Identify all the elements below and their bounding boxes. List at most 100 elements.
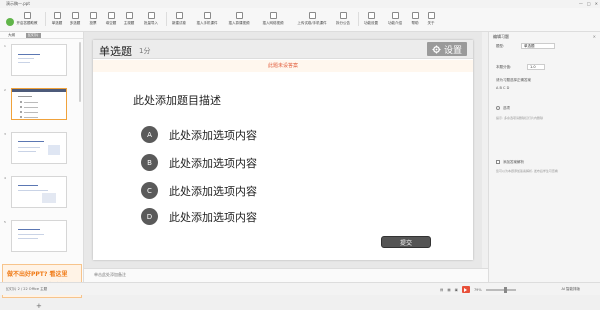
slide-thumbnail-4[interactable] [11, 176, 67, 208]
option-b[interactable]: B 此处添加选项内容 [141, 154, 257, 171]
import-icon [147, 12, 155, 19]
upload-button[interactable]: 上传试卷/手机课件 [296, 12, 328, 26]
help-icon [411, 12, 419, 19]
slide-thumbnail-1[interactable] [11, 44, 67, 76]
slide-thumbnail-3[interactable] [11, 132, 67, 164]
slide-panel: 大纲 幻灯片 1 2 3 4 5 做不出好PPT? 看这里 海量精品资源 · 一… [0, 32, 84, 310]
slide-number: 2 [4, 88, 6, 92]
toggle-assistant-button[interactable]: 开启答题助教 [16, 12, 38, 26]
slide-number: 1 [4, 44, 6, 48]
add-slide-button[interactable]: + [36, 302, 42, 310]
slide-header: 单选题 1分 设置 [93, 40, 473, 59]
option-text[interactable]: 此处添加选项内容 [169, 209, 257, 225]
option-c[interactable]: C 此处添加选项内容 [141, 182, 257, 199]
option-text[interactable]: 此处添加选项内容 [169, 127, 257, 143]
option-text[interactable]: 此处添加选项内容 [169, 183, 257, 199]
settings-label: 设置 [443, 45, 462, 56]
slide-thumbnail-2[interactable] [11, 88, 67, 120]
notes-placeholder: 单击此处添加备注 [94, 272, 126, 277]
play-button[interactable] [461, 286, 470, 293]
close-icon[interactable]: ✕ [593, 34, 596, 39]
question-slide[interactable]: 单选题 1分 设置 此题未设答案 此处添加题目描述 A 此处添加选项内容 B 此处添… [93, 40, 473, 260]
exam-icon [175, 12, 183, 19]
score-input[interactable]: 1.0 [527, 64, 545, 70]
normal-view-icon[interactable]: ▤ [440, 288, 443, 292]
type-label: 题型: [496, 44, 505, 48]
sorter-view-icon[interactable]: ▦ [447, 288, 450, 292]
option-letter: D [141, 208, 158, 225]
text-icon [125, 12, 133, 19]
checkbox-icon [71, 12, 79, 19]
analysis-label: 添加答案解析 [503, 160, 524, 164]
answer-label: 请为习题选择正确答案 [496, 78, 531, 82]
analysis-checkbox[interactable] [496, 160, 500, 164]
promo-title: 做不出好PPT? 看这里 [7, 271, 68, 278]
insert-phone-courseware-button[interactable]: 插入手机课件 [196, 12, 218, 26]
info-icon [391, 12, 399, 19]
window-controls: — □ ✕ [579, 1, 598, 6]
video-icon [235, 12, 243, 19]
blank-icon [107, 12, 115, 19]
minimize-icon[interactable]: — [579, 1, 583, 6]
app-title: 演示稿一.ppt [6, 1, 30, 6]
insert-web-video-button[interactable]: 插入网络视频 [262, 12, 284, 26]
panel-tabs: 大纲 幻灯片 [0, 32, 83, 39]
new-exam-button[interactable]: 新建试卷 [168, 12, 190, 26]
settings-button[interactable]: 设置 [427, 42, 467, 56]
slide-number: 4 [4, 176, 6, 180]
feature-settings-button[interactable]: 功能设置 [360, 12, 382, 26]
option-d[interactable]: D 此处添加选项内容 [141, 208, 257, 225]
notes-pane[interactable]: 单击此处添加备注 [84, 268, 488, 282]
option-text[interactable]: 此处添加选项内容 [169, 155, 257, 171]
edit-question-pane: 编辑习题 ✕ 题型: 单选题 本题分值: 1.0 请为习题选择正确答案 A B … [488, 32, 600, 282]
status-bar: 幻灯片 2 / 22 Office 主题 ▤ ▦ ▣ 79% AI 智能排版 [0, 282, 600, 295]
ribbon-toolbar: 开启答题助教 单选题 多选题 投票 填空题 主观题 批量导入 新建试卷 插入手机… [0, 8, 600, 32]
subjective-button[interactable]: 主观题 [118, 12, 140, 26]
upload-icon [308, 12, 316, 19]
reading-view-icon[interactable]: ▣ [455, 288, 458, 292]
vote-icon [89, 12, 97, 19]
slide-thumbnail-5[interactable] [11, 220, 67, 252]
zoom-slider[interactable] [485, 286, 516, 293]
slide-number: 5 [4, 220, 6, 224]
about-button[interactable]: 关于 [424, 12, 438, 26]
feature-intro-button[interactable]: 功能介绍 [384, 12, 406, 26]
option-label: 选项 [503, 106, 510, 110]
pane-title: 编辑习题 [493, 34, 509, 39]
divider [166, 12, 167, 26]
split-icon [339, 12, 347, 19]
question-type-select[interactable]: 单选题 [521, 43, 555, 49]
title-bar: 演示稿一.ppt — □ ✕ [0, 0, 600, 8]
ai-layout-button[interactable]: AI 智能排版 [561, 287, 580, 292]
option-letter: C [141, 182, 158, 199]
web-video-icon [269, 12, 277, 19]
view-controls: ▤ ▦ ▣ 79% [440, 286, 516, 293]
question-score: 1分 [139, 47, 151, 55]
divider [358, 12, 359, 26]
option-a[interactable]: A 此处添加选项内容 [141, 126, 257, 143]
submit-button[interactable]: 提交 [381, 236, 431, 248]
option-letter: A [141, 126, 158, 143]
tab-slides[interactable]: 幻灯片 [26, 33, 41, 38]
app-logo-icon [6, 18, 14, 26]
tab-outline[interactable]: 大纲 [8, 33, 15, 38]
split-button[interactable]: 拆分公告 [332, 12, 354, 26]
insert-mooc-video-button[interactable]: 插入慕课视频 [228, 12, 250, 26]
question-type: 单选题 [99, 45, 132, 58]
toggle-icon [23, 12, 31, 19]
question-description[interactable]: 此处添加题目描述 [133, 92, 221, 108]
panel-scrollbar[interactable] [79, 42, 81, 102]
close-icon[interactable]: ✕ [595, 1, 598, 6]
option-letter: B [141, 154, 158, 171]
help-button[interactable]: 帮助 [408, 12, 422, 26]
zoom-level: 79% [473, 287, 482, 292]
option-hint: 提示: 多余选项请删除幻灯片内删除 [496, 116, 543, 120]
zoom-knob[interactable] [503, 286, 507, 293]
radio-icon [53, 12, 61, 19]
maximize-icon[interactable]: □ [587, 1, 591, 6]
batch-import-button[interactable]: 批量导入 [140, 12, 162, 26]
slide-canvas: 单选题 1分 设置 此题未设答案 此处添加题目描述 A 此处添加选项内容 B 此处添… [84, 32, 488, 268]
answer-options[interactable]: A B C D [496, 86, 509, 90]
score-label: 本题分值: [496, 65, 512, 69]
option-radio[interactable] [496, 106, 500, 110]
